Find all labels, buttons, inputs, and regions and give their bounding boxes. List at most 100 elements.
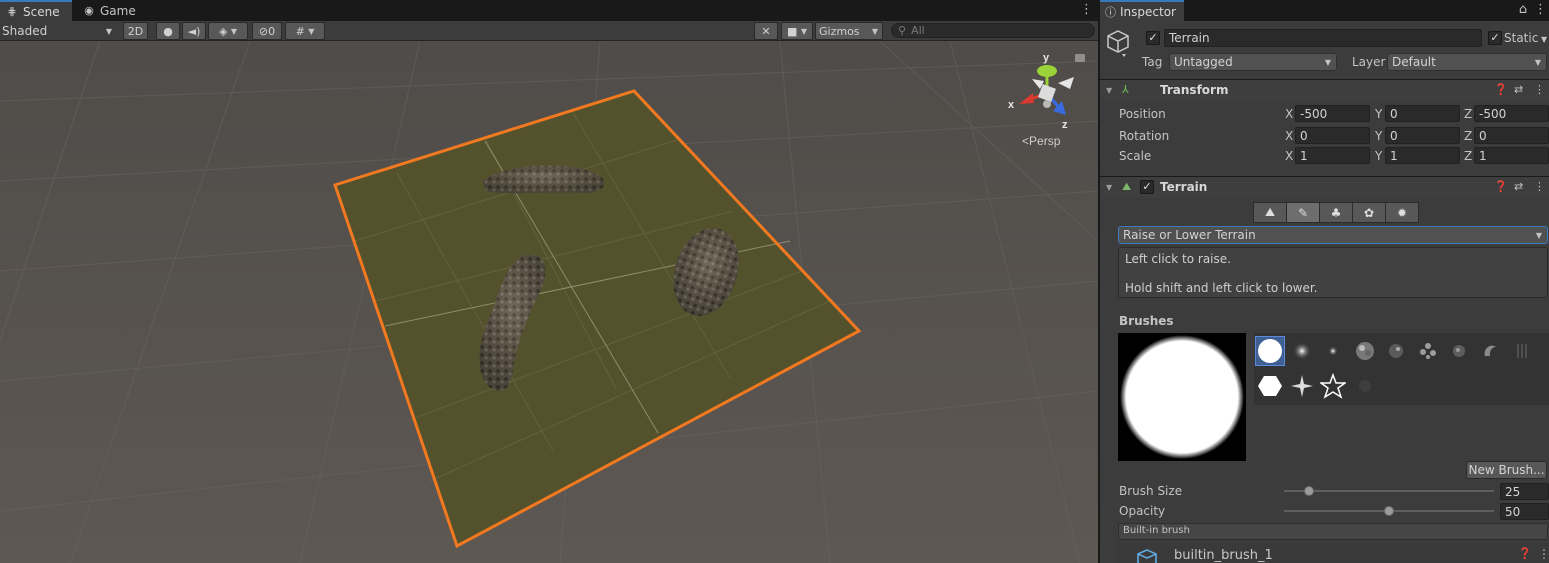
brush-option-1[interactable]	[1255, 336, 1285, 366]
lighting-toggle-button[interactable]: ●	[156, 22, 180, 40]
inspector-menu-icon[interactable]: ⋮	[1534, 3, 1547, 17]
brush-option-12[interactable]	[1318, 371, 1348, 401]
terrain-tool-dropdown[interactable]: Raise or Lower Terrain ▼	[1118, 226, 1548, 244]
brush-option-2[interactable]	[1287, 336, 1317, 366]
tab-inspector[interactable]: ⓘ Inspector	[1100, 0, 1184, 21]
scale-x-value: 1	[1300, 148, 1308, 163]
paint-trees-tool-button[interactable]: ♣	[1319, 202, 1353, 223]
brush-option-6[interactable]	[1413, 336, 1443, 366]
projection-label[interactable]: <Persp	[1022, 134, 1061, 148]
gameobject-cube-icon	[1107, 30, 1129, 57]
position-y-label: Y	[1375, 107, 1383, 121]
hidden-objects-toggle[interactable]: ⊘ 0	[252, 22, 282, 40]
static-checkbox[interactable]: ✓	[1488, 31, 1502, 45]
chevron-down-icon[interactable]: ▼	[1541, 35, 1547, 44]
gizmos-dropdown[interactable]: Gizmos ▼	[815, 22, 883, 40]
projection-label-text: Persp	[1029, 134, 1061, 148]
rotation-z-label: Z	[1464, 129, 1473, 143]
brush-size-value: 25	[1505, 484, 1521, 499]
transform-title: Transform	[1160, 83, 1229, 97]
rotation-x-field[interactable]: 0	[1295, 127, 1370, 144]
brush-asset-row[interactable]: builtin_brush_1 ❓ ⋮	[1118, 542, 1549, 563]
preset-icon[interactable]: ⇄	[1514, 180, 1523, 193]
opacity-field[interactable]: 50	[1500, 503, 1549, 520]
scene-tabbar: ⋕ Scene ◉ Game ⋮	[0, 0, 1098, 21]
help-icon[interactable]: ❓	[1494, 180, 1508, 193]
terrain-settings-tool-button[interactable]: ✹	[1385, 202, 1419, 223]
eye-slash-icon: ⊘	[258, 24, 269, 38]
tab-scene[interactable]: ⋕ Scene	[0, 0, 72, 21]
terrain-component-header[interactable]: ▼ ⛰ ✓ Terrain ❓ ⇄ ⋮	[1100, 176, 1549, 198]
create-neighbor-tool-button[interactable]: ⛰	[1253, 202, 1287, 223]
position-label: Position	[1119, 107, 1166, 121]
object-name-field[interactable]: Terrain	[1164, 29, 1482, 47]
lock-icon[interactable]	[1075, 54, 1085, 62]
position-z-field[interactable]: -500	[1474, 105, 1549, 122]
object-active-checkbox[interactable]: ✓	[1146, 31, 1160, 45]
foldout-arrow-icon[interactable]: ▼	[1106, 183, 1112, 192]
brush-asset-name: builtin_brush_1	[1174, 548, 1273, 563]
preset-icon[interactable]: ⇄	[1514, 83, 1523, 96]
terrain-icon: ⛰	[1122, 180, 1132, 193]
grid-icon: #	[295, 24, 305, 38]
rotation-z-value: 0	[1479, 128, 1487, 143]
camera-dropdown[interactable]: ■ ▼	[781, 22, 813, 40]
component-menu-icon[interactable]: ⋮	[1534, 83, 1545, 96]
grid-snap-dropdown[interactable]: # ▼	[285, 22, 325, 40]
brush-option-10[interactable]	[1255, 371, 1285, 401]
shading-mode-dropdown[interactable]: Shaded ▼	[2, 22, 116, 40]
brush-option-9[interactable]	[1507, 336, 1537, 366]
chevron-down-icon: ▼	[800, 26, 808, 36]
scene-viewport[interactable]: y x z <Persp	[0, 41, 1098, 563]
brush-option-13[interactable]	[1350, 371, 1380, 401]
new-brush-button[interactable]: New Brush...	[1466, 461, 1547, 479]
toggle-2d-button[interactable]: 2D	[123, 22, 148, 40]
terrain-enabled-checkbox[interactable]: ✓	[1140, 180, 1154, 194]
scale-z-value: 1	[1479, 148, 1487, 163]
lock-icon[interactable]: ⌂	[1518, 3, 1528, 17]
tools-button[interactable]: ✕	[754, 22, 778, 40]
scale-y-label: Y	[1375, 149, 1383, 163]
builtin-brush-header-label: Built-in brush	[1123, 525, 1190, 536]
help-icon[interactable]: ❓	[1518, 547, 1532, 560]
opacity-label: Opacity	[1119, 504, 1166, 518]
help-icon[interactable]: ❓	[1494, 83, 1508, 96]
scale-z-field[interactable]: 1	[1474, 147, 1549, 164]
component-menu-icon[interactable]: ⋮	[1534, 180, 1545, 193]
transform-header[interactable]: ▼ ⅄ Transform ❓ ⇄ ⋮	[1100, 79, 1549, 101]
scene-menu-icon[interactable]: ⋮	[1080, 3, 1093, 17]
scene-search-input[interactable]: ⚲ All	[891, 23, 1095, 38]
brush-option-8[interactable]	[1475, 336, 1505, 366]
audio-toggle-button[interactable]: ◄)	[182, 22, 206, 40]
effects-dropdown[interactable]: ◈ ▼	[208, 22, 248, 40]
brush-option-3[interactable]	[1318, 336, 1348, 366]
scene-grid-icon: ⋕	[7, 5, 17, 18]
paint-terrain-tool-button[interactable]: ✎	[1286, 202, 1320, 223]
inspector-tabbar: ⓘ Inspector ⌂ ⋮	[1100, 0, 1549, 21]
brush-option-4[interactable]	[1350, 336, 1380, 366]
position-x-field[interactable]: -500	[1295, 105, 1370, 122]
layers-icon: ◈	[218, 24, 228, 38]
brush-option-7[interactable]	[1444, 336, 1474, 366]
brush-option-11[interactable]	[1287, 371, 1317, 401]
scale-x-field[interactable]: 1	[1295, 147, 1370, 164]
brush-preview	[1118, 333, 1246, 461]
brush-option-5[interactable]	[1381, 336, 1411, 366]
component-menu-icon[interactable]: ⋮	[1538, 547, 1549, 561]
paint-details-tool-button[interactable]: ✿	[1352, 202, 1386, 223]
rotation-y-field[interactable]: 0	[1385, 127, 1460, 144]
position-y-field[interactable]: 0	[1385, 105, 1460, 122]
brush-size-slider-thumb[interactable]	[1304, 486, 1315, 496]
brush-size-field[interactable]: 25	[1500, 483, 1549, 500]
layer-dropdown[interactable]: Default ▼	[1387, 53, 1547, 71]
opacity-slider-thumb[interactable]	[1384, 506, 1394, 516]
tag-dropdown[interactable]: Untagged ▼	[1169, 53, 1337, 71]
info-icon: ⓘ	[1105, 5, 1116, 19]
foldout-arrow-icon[interactable]: ▼	[1106, 86, 1112, 95]
scale-y-field[interactable]: 1	[1385, 147, 1460, 164]
rotation-z-field[interactable]: 0	[1474, 127, 1549, 144]
tab-game[interactable]: ◉ Game	[77, 0, 149, 21]
tag-value: Untagged	[1174, 55, 1233, 69]
brush-size-slider[interactable]	[1284, 490, 1494, 492]
chevron-down-icon: ▼	[1534, 57, 1541, 67]
